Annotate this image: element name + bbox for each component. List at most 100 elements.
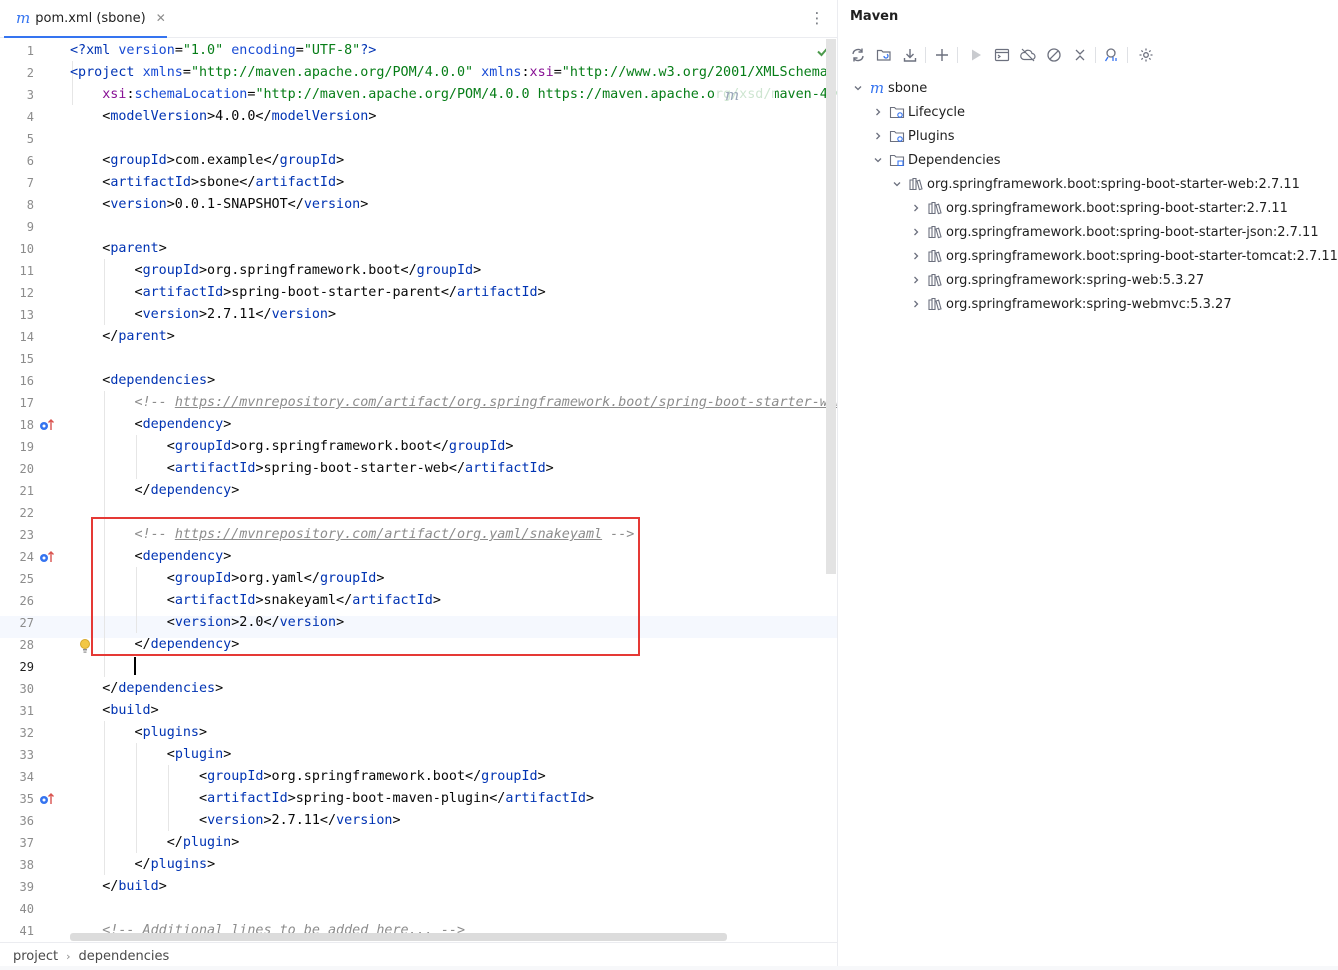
skip-tests-icon[interactable] <box>1043 44 1065 66</box>
chevron-right-icon[interactable] <box>909 297 923 311</box>
chevron-right-icon[interactable] <box>871 129 885 143</box>
code-line[interactable]: </parent> <box>70 326 175 348</box>
code-line[interactable]: </build> <box>70 876 167 898</box>
line-number[interactable]: 12 <box>0 282 34 304</box>
code-line[interactable]: <artifactId>spring-boot-maven-plugin</ar… <box>70 788 594 810</box>
code-line[interactable]: <modelVersion>4.0.0</modelVersion> <box>70 106 376 128</box>
line-number[interactable]: 16 <box>0 370 34 392</box>
code-line[interactable]: <!-- https://mvnrepository.com/artifact/… <box>70 392 837 414</box>
line-number[interactable]: 35 <box>0 788 34 810</box>
line-number[interactable]: 38 <box>0 854 34 876</box>
vertical-scrollbar[interactable] <box>826 39 836 574</box>
tab-pom-xml[interactable]: m pom.xml (sbone) ✕ <box>4 0 167 38</box>
line-number[interactable]: 40 <box>0 898 34 920</box>
line-number[interactable]: 31 <box>0 700 34 722</box>
line-number[interactable]: 25 <box>0 568 34 590</box>
line-number[interactable]: 18 <box>0 414 34 436</box>
code-line[interactable]: <build> <box>70 700 158 722</box>
code-line[interactable]: <dependencies> <box>70 370 215 392</box>
line-number[interactable]: 39 <box>0 876 34 898</box>
close-icon[interactable]: ✕ <box>156 11 166 25</box>
code-line[interactable]: </plugins> <box>70 854 215 876</box>
line-number[interactable]: 7 <box>0 172 34 194</box>
code-line[interactable]: <version>0.0.1-SNAPSHOT</version> <box>70 194 368 216</box>
line-number[interactable]: 20 <box>0 458 34 480</box>
line-number[interactable]: 22 <box>0 502 34 524</box>
tree-node-dependency[interactable]: org.springframework.boot:spring-boot-sta… <box>890 172 1300 196</box>
code-line[interactable]: <parent> <box>70 238 167 260</box>
line-number[interactable]: 13 <box>0 304 34 326</box>
line-number[interactable]: 41 <box>0 920 34 942</box>
code-line[interactable]: </plugin> <box>70 832 240 854</box>
line-number[interactable]: 26 <box>0 590 34 612</box>
code-line[interactable]: </dependencies> <box>70 678 223 700</box>
code-line[interactable]: <version>2.7.11</version> <box>70 810 401 832</box>
code-link[interactable]: https://mvnrepository.com/artifact/org.s… <box>175 395 837 410</box>
line-number[interactable]: 32 <box>0 722 34 744</box>
line-number[interactable]: 36 <box>0 810 34 832</box>
download-icon[interactable] <box>899 44 921 66</box>
override-marker-icon[interactable] <box>38 549 56 565</box>
line-number[interactable]: 30 <box>0 678 34 700</box>
code-line[interactable]: <version>2.7.11</version> <box>70 304 336 326</box>
offline-icon[interactable] <box>1017 44 1039 66</box>
line-number[interactable]: 6 <box>0 150 34 172</box>
run-icon[interactable] <box>965 44 987 66</box>
code-line[interactable]: <project xmlns="http://maven.apache.org/… <box>70 62 837 84</box>
generate-sources-icon[interactable] <box>873 44 895 66</box>
line-number[interactable]: 9 <box>0 216 34 238</box>
code-line[interactable]: <groupId>org.springframework.boot</group… <box>70 260 481 282</box>
code-line[interactable]: <groupId>org.springframework.boot</group… <box>70 436 514 458</box>
chevron-right-icon[interactable] <box>871 105 885 119</box>
tree-node-dependency[interactable]: org.springframework.boot:spring-boot-sta… <box>909 196 1288 220</box>
code-line[interactable]: <artifactId>spring-boot-starter-parent</… <box>70 282 545 304</box>
line-number[interactable]: 33 <box>0 744 34 766</box>
line-number[interactable]: 11 <box>0 260 34 282</box>
chevron-right-icon[interactable] <box>909 273 923 287</box>
chevron-down-icon[interactable] <box>851 81 865 95</box>
chevron-down-icon[interactable] <box>871 153 885 167</box>
line-number[interactable]: 2 <box>0 62 34 84</box>
code-line[interactable]: </dependency> <box>70 480 239 502</box>
tree-node-sbone[interactable]: m sbone <box>851 76 927 100</box>
line-number[interactable]: 28 <box>0 634 34 656</box>
override-marker-icon[interactable] <box>38 791 56 807</box>
code-line[interactable]: <groupId>com.example</groupId> <box>70 150 344 172</box>
chevron-right-icon[interactable] <box>909 201 923 215</box>
chevron-right-icon[interactable] <box>909 225 923 239</box>
code-line[interactable]: <dependency> <box>70 414 231 436</box>
tree-node-dependency[interactable]: org.springframework.boot:spring-boot-sta… <box>909 244 1338 268</box>
collapse-icon[interactable] <box>1069 44 1091 66</box>
reload-icon[interactable] <box>847 44 869 66</box>
code-line[interactable]: <groupId>org.springframework.boot</group… <box>70 766 546 788</box>
line-number[interactable]: 3 <box>0 84 34 106</box>
tree-node-dependency[interactable]: org.springframework:spring-web:5.3.27 <box>909 268 1204 292</box>
tree-node-dependency[interactable]: org.springframework:spring-webmvc:5.3.27 <box>909 292 1232 316</box>
line-number[interactable]: 5 <box>0 128 34 150</box>
maven-reload-hint-icon[interactable]: m <box>715 85 775 105</box>
line-number[interactable]: 24 <box>0 546 34 568</box>
chevron-right-icon[interactable] <box>909 249 923 263</box>
lightbulb-icon[interactable] <box>79 638 91 654</box>
tree-node-lifecycle[interactable]: Lifecycle <box>871 100 965 124</box>
tree-node-dependencies[interactable]: Dependencies <box>871 148 1001 172</box>
line-number[interactable]: 14 <box>0 326 34 348</box>
line-number[interactable]: 8 <box>0 194 34 216</box>
settings-icon[interactable] <box>1135 44 1157 66</box>
breadcrumb-item-dependencies[interactable]: dependencies <box>79 949 170 964</box>
breadcrumb-item-project[interactable]: project <box>13 949 58 964</box>
line-number[interactable]: 4 <box>0 106 34 128</box>
code-line[interactable]: <?xml version="1.0" encoding="UTF-8"?> <box>70 40 376 62</box>
line-number[interactable]: 27 <box>0 612 34 634</box>
line-number[interactable]: 15 <box>0 348 34 370</box>
line-number[interactable]: 29 <box>0 656 34 678</box>
line-number[interactable]: 1 <box>0 40 34 62</box>
line-number[interactable]: 34 <box>0 766 34 788</box>
line-number[interactable]: 21 <box>0 480 34 502</box>
line-number-gutter[interactable]: 1 2 3 4 5 6 7 8 9 10 11 12 13 14 15 16 17 18 19 20 21 22 23 24 2… <box>0 39 68 941</box>
line-number[interactable]: 19 <box>0 436 34 458</box>
tree-node-dependency[interactable]: org.springframework.boot:spring-boot-sta… <box>909 220 1319 244</box>
add-icon[interactable] <box>931 44 953 66</box>
chevron-down-icon[interactable] <box>890 177 904 191</box>
line-number[interactable]: 10 <box>0 238 34 260</box>
